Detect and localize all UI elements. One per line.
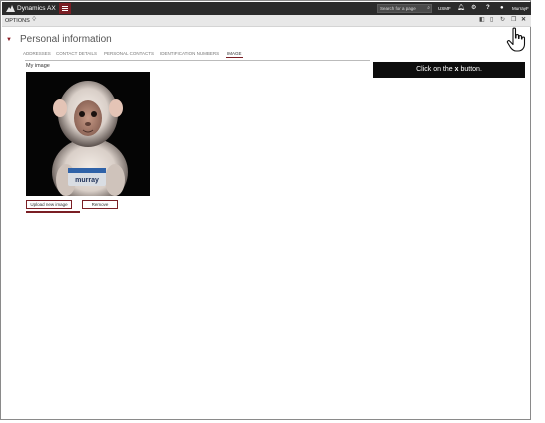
app-window: Dynamics AX ⌕ USMF 🔔︎ ⚙ ? ● MurrayF OPTI… [0,0,531,420]
new-window-icon[interactable]: ❐ [511,16,516,25]
remove-image-button[interactable]: Remove [82,200,118,209]
search-icon[interactable]: ⌕ [427,5,430,12]
bell-icon[interactable]: 🔔︎ [457,4,465,13]
attach-icon[interactable]: ▯ [490,16,493,25]
user-name[interactable]: MurrayF [512,5,529,12]
profile-image: murray [26,72,150,196]
monkey-photo: murray [26,72,150,196]
refresh-icon[interactable]: ↻ [500,16,505,25]
company-selector[interactable]: USMF [438,5,451,12]
hamburger-menu-button[interactable] [59,3,71,14]
upload-new-image-button[interactable]: Upload new image [26,200,72,209]
section-title[interactable]: Personal information [20,34,112,46]
badge-text: murray [75,177,99,184]
gear-icon[interactable]: ⚙ [471,4,476,13]
search-box[interactable]: ⌕ [377,4,432,13]
instruction-suffix: button. [458,66,482,73]
app-title[interactable]: Dynamics AX [17,3,56,14]
options-menu[interactable]: OPTIONS [5,17,30,25]
close-icon[interactable]: ✕ [521,16,526,25]
help-icon[interactable]: ? [486,4,490,13]
top-navbar: Dynamics AX ⌕ USMF 🔔︎ ⚙ ? ● MurrayF [2,2,531,15]
tab-divider [25,60,370,61]
tab-contact-details[interactable]: CONTACT DETAILS [56,51,97,57]
collapse-icon[interactable]: ▼ [6,37,12,44]
office-icon[interactable]: ◧ [479,16,485,25]
focus-indicator [26,211,80,213]
tab-personal-contacts[interactable]: PERSONAL CONTACTS [104,51,154,57]
hand-cursor-icon [506,27,526,52]
tab-identification-numbers[interactable]: IDENTIFICATION NUMBERS [160,51,219,57]
options-bar: OPTIONS 💡︎ ◧ ▯ ↻ ❐ ✕ [2,15,531,27]
search-input[interactable] [378,5,426,12]
tab-image[interactable]: IMAGE [226,51,243,58]
dynamics-logo-icon [6,5,15,12]
user-avatar-icon[interactable]: ● [500,4,504,13]
lightbulb-icon[interactable]: 💡︎ [32,16,36,25]
image-field-label: My image [26,63,50,69]
tab-addresses[interactable]: ADDRESSES [23,51,51,57]
instruction-callout: Click on the x button. [373,62,525,78]
instruction-prefix: Click on the [416,66,455,73]
